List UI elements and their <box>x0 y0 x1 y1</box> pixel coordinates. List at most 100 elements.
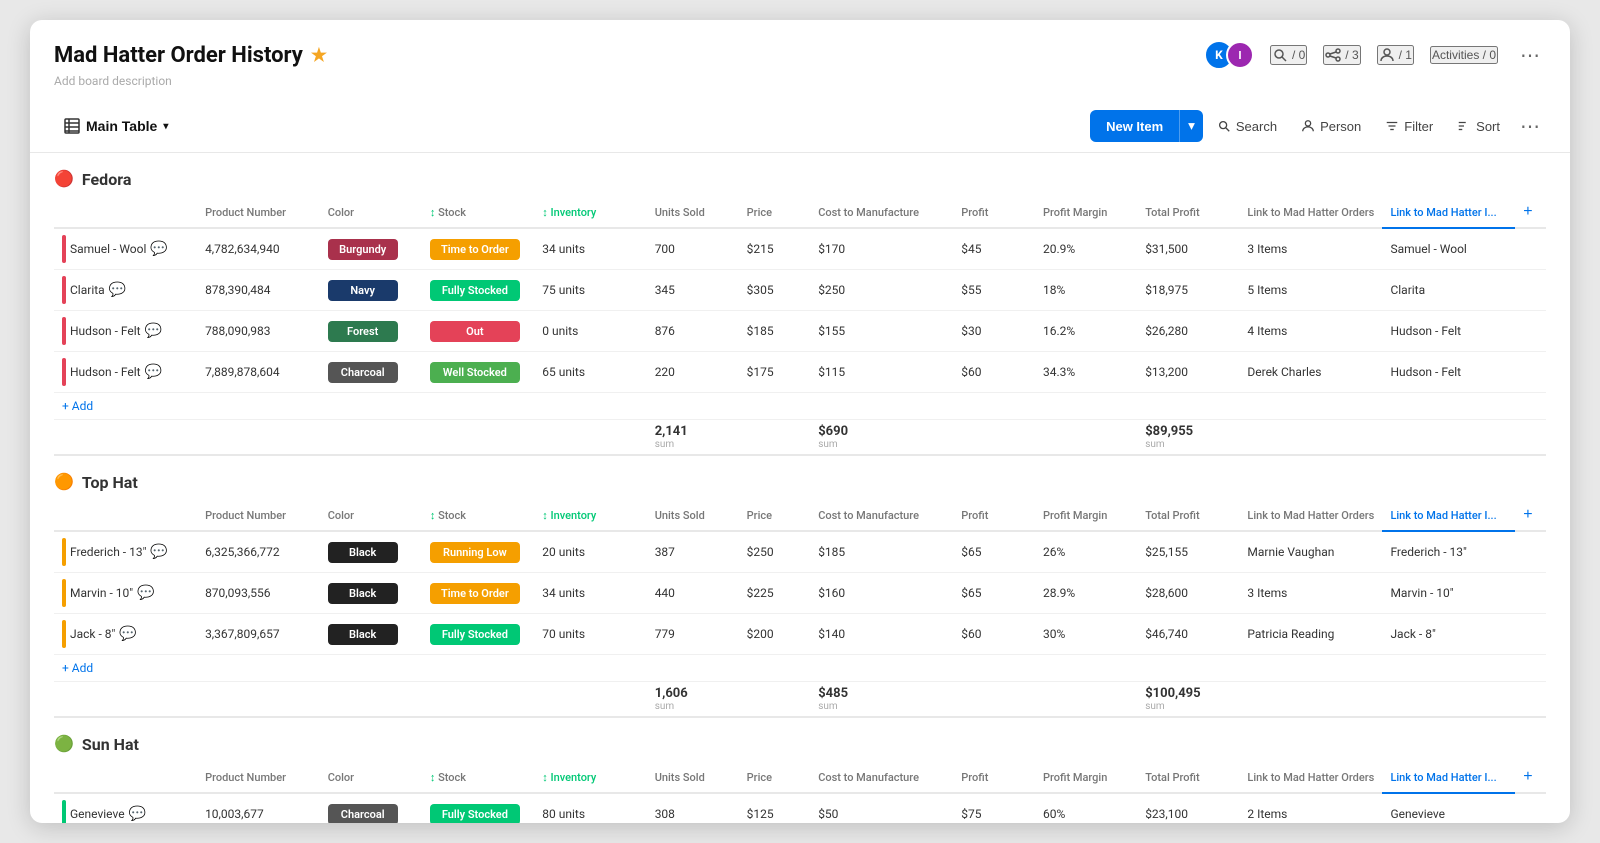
col-header-ctm: Cost to Manufacture <box>810 762 953 793</box>
row-price: $250 <box>739 531 811 573</box>
row-total-profit: $13,200 <box>1137 352 1239 393</box>
row-stock: Time to Order <box>422 573 534 614</box>
add-column-button[interactable]: + <box>1523 768 1532 786</box>
person-count[interactable]: / 1 <box>1377 45 1414 65</box>
row-link-orders: Patricia Reading <box>1239 614 1382 655</box>
row-profit-margin: 60% <box>1035 793 1137 823</box>
sort-button[interactable]: Sort <box>1447 113 1510 140</box>
stock-badge: Well Stocked <box>430 362 520 383</box>
row-ctm: $50 <box>810 793 953 823</box>
col-header-ctm: Cost to Manufacture <box>810 197 953 228</box>
col-header-stock: ↕ Stock <box>422 762 534 793</box>
col-header-name <box>54 762 197 793</box>
group-toggle[interactable]: 🔴 <box>54 169 74 189</box>
row-color: Navy <box>320 270 422 311</box>
board-description[interactable]: Add board description <box>54 74 1546 88</box>
row-inventory: 20 units <box>534 531 646 573</box>
col-header-pm: Profit Margin <box>1035 500 1137 531</box>
filter-button[interactable]: Filter <box>1375 113 1443 140</box>
col-header-inventory: ↕ Inventory <box>534 762 646 793</box>
sum-row: 2,141 sum $690 sum $89,955 sum <box>54 420 1546 456</box>
comment-icon[interactable]: 💬 <box>129 806 146 822</box>
row-inventory: 65 units <box>534 352 646 393</box>
row-ctm: $170 <box>810 228 953 270</box>
table-icon <box>64 118 80 134</box>
avatar-i[interactable]: I <box>1226 41 1254 69</box>
row-ctm: $185 <box>810 531 953 573</box>
table-view-button[interactable]: Main Table ▾ <box>54 112 178 140</box>
comment-icon[interactable]: 💬 <box>145 364 162 380</box>
new-item-dropdown-button[interactable]: ▾ <box>1179 110 1203 142</box>
col-header-profit: Profit <box>953 197 1035 228</box>
sum-units-sold: 2,141 sum <box>647 420 739 456</box>
comment-icon[interactable]: 💬 <box>109 282 126 298</box>
toolbar-more-button[interactable]: ⋯ <box>1514 112 1546 141</box>
row-total-profit: $18,975 <box>1137 270 1239 311</box>
add-row[interactable]: + Add <box>54 655 1546 682</box>
sum-total-profit: $100,495 sum <box>1137 682 1239 718</box>
row-actions <box>1515 270 1546 311</box>
row-name-cell: Genevieve 💬 <box>54 793 197 823</box>
search-button[interactable]: Search <box>1207 113 1287 140</box>
share-count[interactable]: / 3 <box>1323 45 1360 65</box>
add-item-cell[interactable]: + Add <box>54 655 1546 682</box>
activities-count[interactable]: Activities / 0 <box>1430 46 1498 64</box>
add-column-button[interactable]: + <box>1523 506 1532 524</box>
person-icon <box>1301 119 1315 133</box>
col-header-tp: Total Profit <box>1137 762 1239 793</box>
comment-icon[interactable]: 💬 <box>150 241 167 257</box>
row-inventory: 70 units <box>534 614 646 655</box>
col-header-inventory: ↕ Inventory <box>534 500 646 531</box>
new-item-button[interactable]: New Item <box>1090 110 1179 142</box>
search-count[interactable]: / 0 <box>1270 45 1307 65</box>
col-header-tp: Total Profit <box>1137 500 1239 531</box>
row-profit-margin: 26% <box>1035 531 1137 573</box>
row-actions <box>1515 531 1546 573</box>
add-row[interactable]: + Add <box>54 393 1546 420</box>
group-table: Product Number Color ↕ Stock ↕ Inventory… <box>54 500 1546 718</box>
stock-badge: Time to Order <box>430 583 520 604</box>
row-link-orders: Marnie Vaughan <box>1239 531 1382 573</box>
col-header-pm: Profit Margin <box>1035 197 1137 228</box>
row-color: Forest <box>320 311 422 352</box>
row-profit-margin: 20.9% <box>1035 228 1137 270</box>
col-header-add[interactable]: + <box>1515 500 1546 531</box>
comment-icon[interactable]: 💬 <box>137 585 154 601</box>
row-bar <box>62 276 66 304</box>
row-actions <box>1515 228 1546 270</box>
col-header-add[interactable]: + <box>1515 197 1546 228</box>
group-toggle[interactable]: 🟠 <box>54 472 74 492</box>
row-stock: Fully Stocked <box>422 793 534 823</box>
row-units-sold: 308 <box>647 793 739 823</box>
person-filter-button[interactable]: Person <box>1291 113 1371 140</box>
star-icon[interactable]: ★ <box>311 45 327 66</box>
row-name-cell: Samuel - Wool 💬 <box>54 228 197 270</box>
row-inventory: 34 units <box>534 573 646 614</box>
row-link-hatter: Samuel - Wool <box>1382 228 1515 270</box>
comment-icon[interactable]: 💬 <box>145 323 162 339</box>
col-header-name <box>54 500 197 531</box>
stock-badge: Time to Order <box>430 239 520 260</box>
board-title: Mad Hatter Order History ★ <box>54 43 327 68</box>
sort-icon <box>1457 119 1471 133</box>
row-stock: Running Low <box>422 531 534 573</box>
row-name: Hudson - Felt <box>70 324 141 338</box>
col-header-add[interactable]: + <box>1515 762 1546 793</box>
row-product-number: 788,090,983 <box>197 311 320 352</box>
row-profit-margin: 28.9% <box>1035 573 1137 614</box>
add-item-cell[interactable]: + Add <box>54 393 1546 420</box>
comment-icon[interactable]: 💬 <box>150 544 167 560</box>
group-toggle[interactable]: 🟢 <box>54 734 74 754</box>
col-header-product: Product Number <box>197 762 320 793</box>
comment-icon[interactable]: 💬 <box>119 626 136 642</box>
col-header-inventory: ↕ Inventory <box>534 197 646 228</box>
row-name-cell: Hudson - Felt 💬 <box>54 352 197 393</box>
color-badge: Black <box>328 624 398 645</box>
row-total-profit: $46,740 <box>1137 614 1239 655</box>
add-column-button[interactable]: + <box>1523 203 1532 221</box>
col-header-units: Units Sold <box>647 500 739 531</box>
toolbar: Main Table ▾ New Item ▾ Search Person <box>54 100 1546 152</box>
row-color: Charcoal <box>320 352 422 393</box>
header-more-button[interactable]: ⋯ <box>1514 41 1546 70</box>
color-badge: Navy <box>328 280 398 301</box>
